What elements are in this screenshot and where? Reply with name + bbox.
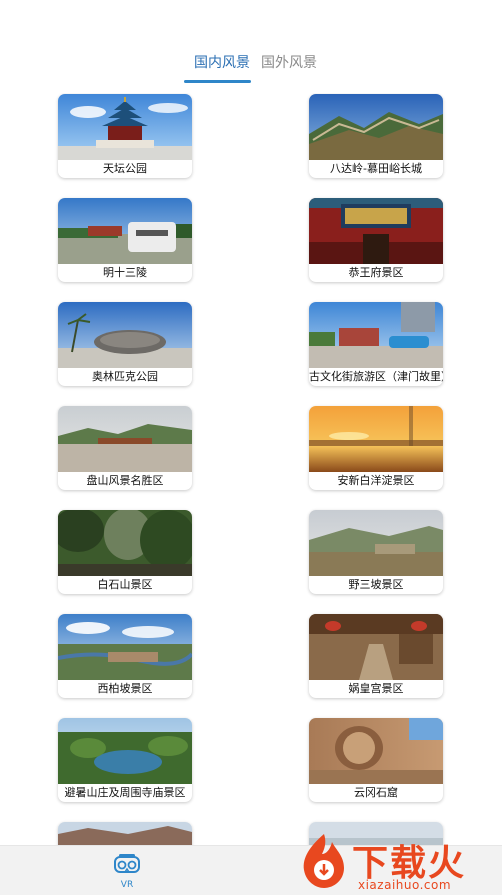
tab-bar: 国内风景 国外风景 (0, 52, 502, 86)
scene-thumbnail (309, 718, 443, 784)
scene-label: 盘山风景名胜区 (86, 474, 164, 487)
scene-thumbnail (309, 198, 443, 264)
scene-card[interactable]: 明十三陵 (58, 198, 192, 282)
scene-label: 云冈石窟 (354, 786, 398, 799)
watermark-url: xiazaihuo.com (358, 878, 452, 892)
nav-tab-vr-label: VR (120, 880, 134, 890)
active-tab-indicator (184, 80, 251, 83)
scene-card[interactable]: 奥林匹克公园 (58, 302, 192, 386)
scene-card[interactable]: 避暑山庄及周围寺庙景区 (58, 718, 192, 802)
scene-thumbnail (309, 510, 443, 576)
scene-thumbnail (309, 406, 443, 472)
nav-tab-vr[interactable]: VR (108, 852, 146, 892)
tab-domestic[interactable]: 国内风景 (194, 52, 250, 74)
scene-thumbnail (309, 302, 443, 368)
scene-thumbnail (58, 614, 192, 680)
scene-card[interactable]: 白石山景区 (58, 510, 192, 594)
scene-label: 娲皇宫景区 (348, 682, 404, 695)
scene-thumbnail (309, 94, 443, 160)
scene-label: 野三坡景区 (348, 578, 404, 591)
scene-label: 八达岭-慕田峪长城 (330, 162, 422, 175)
scene-card[interactable]: 八达岭-慕田峪长城 (309, 94, 443, 178)
scene-thumbnail (58, 302, 192, 368)
scene-thumbnail (58, 718, 192, 784)
scene-label: 避暑山庄及周围寺庙景区 (64, 786, 186, 799)
scene-label: 古文化街旅游区（津门故里） (309, 370, 443, 383)
scene-card[interactable]: 恭王府景区 (309, 198, 443, 282)
scene-thumbnail (58, 510, 192, 576)
vr-headset-icon (114, 854, 140, 873)
flame-logo-icon (303, 834, 344, 888)
scene-card[interactable]: 天坛公园 (58, 94, 192, 178)
tab-foreign[interactable]: 国外风景 (261, 52, 317, 74)
scene-card[interactable] (58, 822, 192, 845)
scene-card[interactable]: 野三坡景区 (309, 510, 443, 594)
scene-thumbnail (58, 94, 192, 160)
scene-card[interactable]: 盘山风景名胜区 (58, 406, 192, 490)
scene-card[interactable]: 古文化街旅游区（津门故里） (309, 302, 443, 386)
scene-thumbnail (58, 406, 192, 472)
scene-card[interactable]: 西柏坡景区 (58, 614, 192, 698)
scene-label: 奥林匹克公园 (92, 370, 158, 383)
scene-thumbnail (58, 198, 192, 264)
scene-label: 安新白洋淀景区 (337, 474, 415, 487)
scene-thumbnail (309, 614, 443, 680)
scene-grid: 天坛公园 八达岭-慕田峪长城 明十三陵 恭王府景区 奥林匹克公园 古文化街旅游区… (0, 93, 502, 845)
scene-label: 白石山景区 (97, 578, 153, 591)
scene-card[interactable]: 安新白洋淀景区 (309, 406, 443, 490)
scene-card[interactable]: 云冈石窟 (309, 718, 443, 802)
scene-label: 明十三陵 (103, 266, 147, 279)
scene-label: 西柏坡景区 (97, 682, 153, 695)
scene-label: 天坛公园 (103, 162, 147, 175)
site-watermark: 下载火 xiazaihuo.com (296, 828, 502, 894)
scene-card[interactable]: 娲皇宫景区 (309, 614, 443, 698)
scene-thumbnail (58, 822, 192, 845)
scene-label: 恭王府景区 (348, 266, 404, 279)
